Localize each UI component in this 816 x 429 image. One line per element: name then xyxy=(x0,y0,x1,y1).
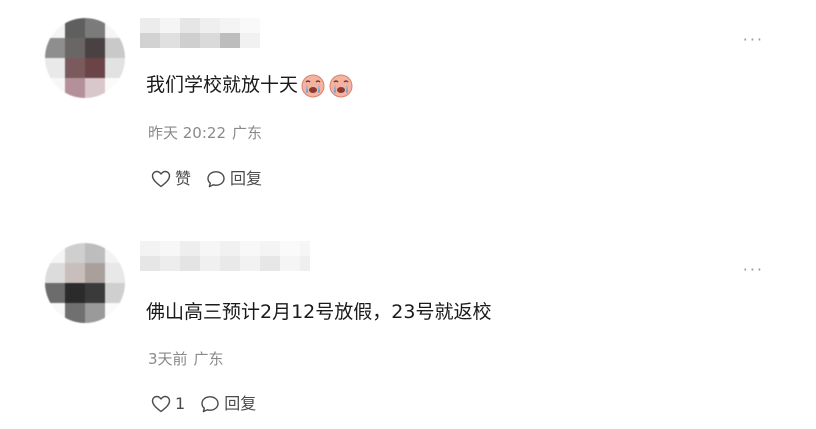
like-button[interactable]: 1 xyxy=(150,393,185,415)
avatar[interactable] xyxy=(45,18,125,98)
username-redacted[interactable] xyxy=(140,18,260,48)
speech-bubble-icon xyxy=(207,171,225,188)
avatar[interactable] xyxy=(45,243,125,323)
reply-label: 回复 xyxy=(230,169,263,188)
comment-item: ··· 佛山高三预计2月12号放假，23号就返校 3天前 广东 1 回复 xyxy=(0,225,816,429)
heart-outline-icon xyxy=(151,395,171,413)
reply-label: 回复 xyxy=(224,394,257,413)
comment-time: 3天前 xyxy=(148,350,188,368)
comment-text: 我们学校就放十天 xyxy=(146,72,354,98)
more-options-button[interactable]: ··· xyxy=(743,262,764,278)
comment-time: 昨天 20:22 xyxy=(148,124,226,142)
comment-location: 广东 xyxy=(232,124,263,142)
comment-item: ··· 我们学校就放十天 昨天 20:22 广东 赞 回复 xyxy=(0,0,816,215)
crying-face-emoji xyxy=(329,74,353,98)
like-count: 1 xyxy=(175,394,186,413)
more-options-button[interactable]: ··· xyxy=(743,32,764,48)
more-dots-icon: ··· xyxy=(742,30,764,49)
comment-meta: 昨天 20:22 广东 xyxy=(148,123,262,143)
crying-face-emoji xyxy=(301,74,325,98)
heart-outline-icon xyxy=(151,170,171,188)
comment-actions: 赞 回复 xyxy=(150,168,276,190)
comment-location: 广东 xyxy=(193,350,224,368)
like-label: 赞 xyxy=(175,169,192,188)
reply-button[interactable]: 回复 xyxy=(205,168,262,190)
comment-meta: 3天前 广东 xyxy=(148,349,224,369)
like-button[interactable]: 赞 xyxy=(150,168,191,190)
speech-bubble-icon xyxy=(201,396,219,413)
comment-text: 佛山高三预计2月12号放假，23号就返校 xyxy=(146,301,492,323)
more-dots-icon: ··· xyxy=(742,260,764,279)
reply-button[interactable]: 回复 xyxy=(199,393,256,415)
username-redacted[interactable] xyxy=(140,241,310,271)
comment-actions: 1 回复 xyxy=(150,393,270,415)
